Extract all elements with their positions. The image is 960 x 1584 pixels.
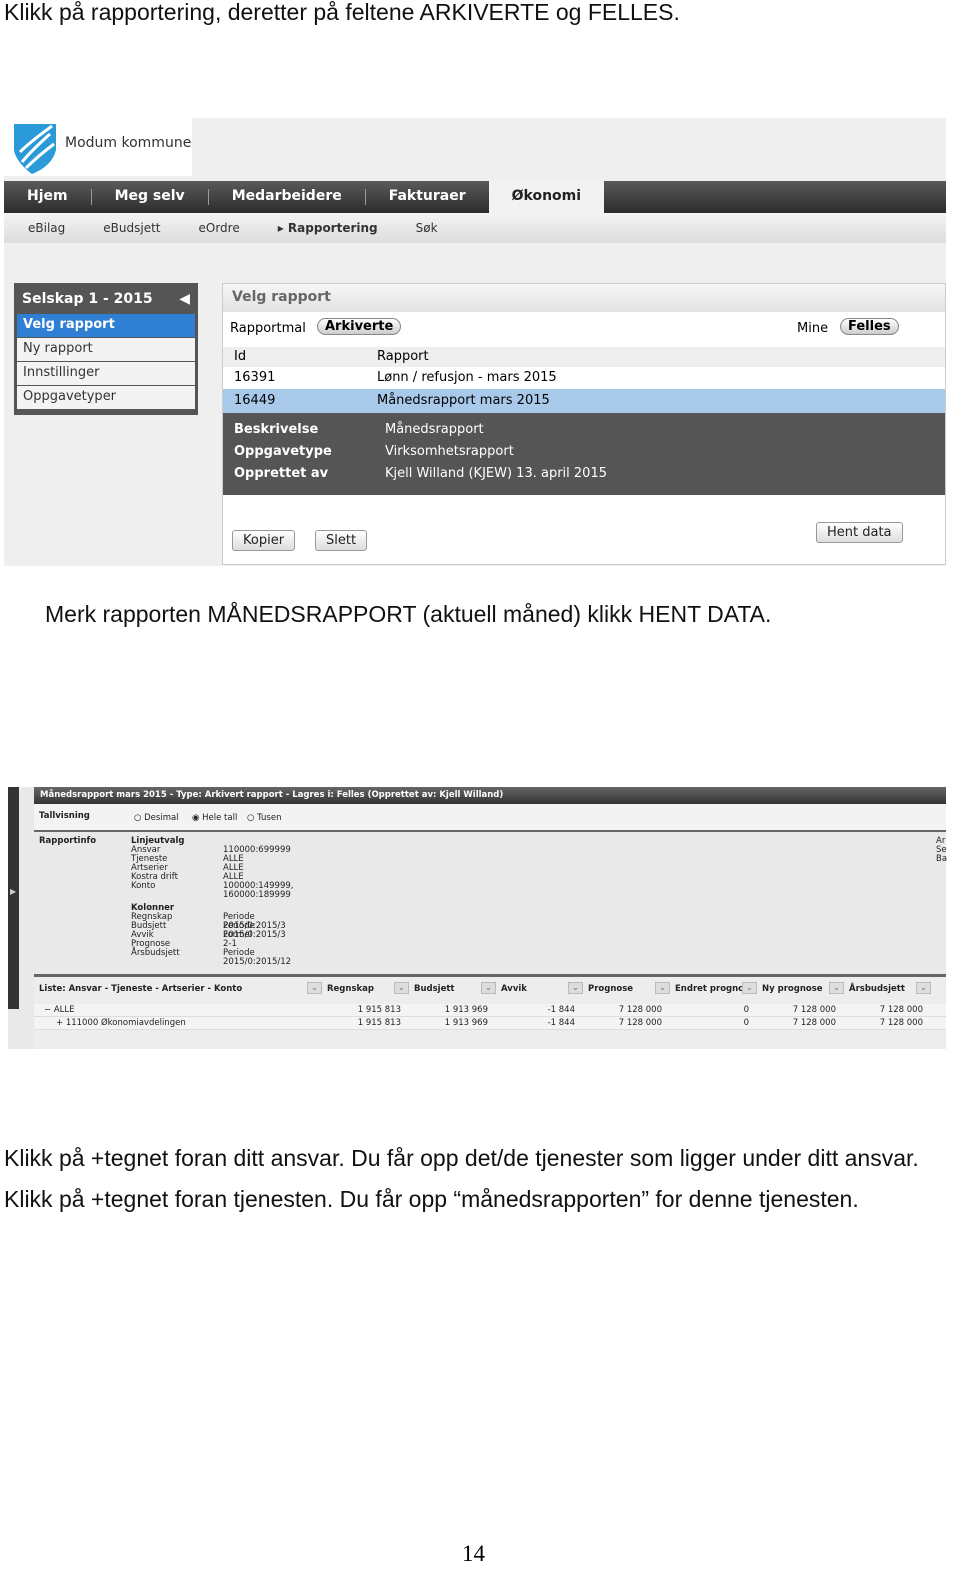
expand-icon: ▶ — [10, 887, 17, 896]
dropdown-icon: ⌄ — [915, 982, 931, 994]
arkiverte-toggle[interactable]: Arkiverte — [317, 318, 402, 335]
grid-cell: 7 128 000 — [879, 1005, 923, 1015]
grid-cell: -1 844 — [547, 1018, 575, 1028]
step2-text: Merk rapporten MÅNEDSRAPPORT (aktuell må… — [45, 601, 772, 627]
intro-text: Klikk på rapportering, deretter på felte… — [4, 0, 680, 25]
subnav-sok[interactable]: Søk — [392, 213, 438, 243]
felles-toggle[interactable]: Felles — [840, 318, 899, 335]
column-header[interactable]: Ny prognose ⌄ — [762, 982, 844, 994]
sidebar-item-innstillinger[interactable]: Innstillinger — [17, 362, 195, 385]
dropdown-icon: ⌄ — [654, 982, 670, 994]
velg-rapport-panel: Velg rapport Rapportmal Arkiverte Mine F… — [222, 283, 946, 565]
column-header[interactable]: Prognose ⌄ — [588, 982, 670, 994]
grid-cell: 1 915 813 — [357, 1005, 401, 1015]
dropdown-icon: ⌄ — [480, 982, 496, 994]
subnav-ebilag[interactable]: eBilag — [4, 213, 65, 243]
nav-medarbeidere[interactable]: Medarbeidere — [209, 181, 365, 213]
main-nav: Hjem Meg selv Medarbeidere Fakturaer Øko… — [4, 181, 946, 213]
kopier-button[interactable]: Kopier — [232, 530, 296, 551]
report-title: Månedsrapport mars 2015 - Type: Arkivert… — [34, 787, 946, 804]
sidebar-item-ny-rapport[interactable]: Ny rapport — [17, 338, 195, 361]
screenshot-velg-rapport: Modum kommune Hjem Meg selv Medarbeidere… — [4, 118, 946, 566]
grid-cell[interactable]: − ALLE — [44, 1005, 74, 1015]
column-header[interactable]: Regnskap ⌄ — [327, 982, 409, 994]
info-row: Konto 100000:149999, 160000:189999 — [131, 881, 294, 900]
report-details: Beskrivelse Månedsrapport Oppgavetype Virk… — [223, 413, 945, 495]
sidebar-item-oppgavetyper[interactable]: Oppgavetyper — [17, 386, 195, 409]
subnav-ebudsjett[interactable]: eBudsjett — [79, 213, 160, 243]
sub-nav: eBilag eBudsjett eOrdre ▸ Rapportering S… — [4, 213, 946, 243]
sidebar: Selskap 1 - 2015 ◀ Velg rapport Ny rappor… — [14, 283, 198, 415]
radio-tusen[interactable]: ○ Tusen — [247, 813, 281, 823]
panel-title: Velg rapport — [223, 284, 945, 312]
screenshot-manedsrapport: ▶ Månedsrapport mars 2015 - Type: Arkive… — [8, 787, 948, 1049]
expand-handle[interactable]: ▶ — [8, 787, 19, 1009]
nav-fakturaer[interactable]: Fakturaer — [366, 181, 489, 213]
cut-label: Ba — [936, 854, 948, 864]
grid-cell: 7 128 000 — [879, 1018, 923, 1028]
grid-cell: 7 128 000 — [792, 1005, 836, 1015]
grid-cell: 7 128 000 — [618, 1018, 662, 1028]
rapportinfo: Rapportinfo Linjeutvalg Ansvar 110000:699… — [39, 836, 948, 967]
table-header: Id Rapport — [223, 347, 945, 367]
grid-cell: 0 — [743, 1018, 749, 1028]
subnav-eordre[interactable]: eOrdre — [174, 213, 239, 243]
slett-button[interactable]: Slett — [315, 530, 368, 551]
info-row: Årsbudsjett Periode 2015/0:2015/12 — [131, 948, 292, 967]
table-row-selected[interactable]: 16449 Månedsrapport mars 2015 — [223, 389, 945, 413]
table-row[interactable]: 16391 Lønn / refusjon - mars 2015 — [223, 367, 945, 389]
dropdown-icon: ⌄ — [828, 982, 844, 994]
grid-cell: 0 — [743, 1005, 749, 1015]
subnav-rapportering[interactable]: ▸ Rapportering — [254, 213, 378, 243]
column-header[interactable]: Endret prognc ⌄ — [675, 982, 757, 994]
dropdown-icon: ⌄ — [741, 982, 757, 994]
page-number: 14 — [462, 1541, 485, 1566]
data-grid: Liste: Ansvar - Tjeneste - Artserier - K… — [34, 977, 946, 1049]
nav-hjem[interactable]: Hjem — [4, 181, 91, 213]
grid-row[interactable]: − ALLE 1 915 813 1 913 969 -1 844 7 128 000 0… — [34, 1004, 946, 1017]
radio-desimal[interactable]: ○ Desimal — [134, 813, 179, 823]
grid-cell: 7 128 000 — [618, 1005, 662, 1015]
grid-cell: 1 913 969 — [444, 1005, 488, 1015]
dropdown-icon: ⌄ — [567, 982, 583, 994]
dropdown-icon: ⌄ — [393, 982, 409, 994]
sidebar-item-velg-rapport[interactable]: Velg rapport — [17, 314, 195, 337]
nav-okonomi[interactable]: Økonomi — [488, 181, 605, 213]
shield-logo-icon — [14, 124, 56, 174]
grid-row[interactable]: + 111000 Økonomiavdelingen 1 915 813 1 913… — [34, 1017, 946, 1030]
grid-cell[interactable]: + 111000 Økonomiavdelingen — [56, 1018, 186, 1028]
logo: Modum kommune — [4, 118, 192, 176]
nav-meg-selv[interactable]: Meg selv — [92, 181, 208, 213]
grid-cell: 7 128 000 — [792, 1018, 836, 1028]
column-header[interactable]: Liste: Ansvar - Tjeneste - Artserier - K… — [39, 982, 322, 994]
step3-text: Klikk på +tegnet foran ditt ansvar. Du f… — [4, 1145, 919, 1212]
column-header[interactable]: Årsbudsjett ⌄ — [849, 982, 931, 994]
column-header[interactable]: Avvik ⌄ — [501, 982, 583, 994]
sidebar-title: Selskap 1 - 2015 ◀ — [22, 291, 190, 307]
grid-cell: 1 915 813 — [357, 1018, 401, 1028]
collapse-icon: ◀ — [179, 291, 190, 307]
grid-cell: 1 913 969 — [444, 1018, 488, 1028]
column-header[interactable]: Budsjett ⌄ — [414, 982, 496, 994]
dropdown-icon: ⌄ — [306, 982, 322, 994]
hent-data-button[interactable]: Hent data — [816, 522, 903, 543]
grid-cell: -1 844 — [547, 1005, 575, 1015]
radio-hele-tall[interactable]: ◉ Hele tall — [192, 813, 237, 823]
